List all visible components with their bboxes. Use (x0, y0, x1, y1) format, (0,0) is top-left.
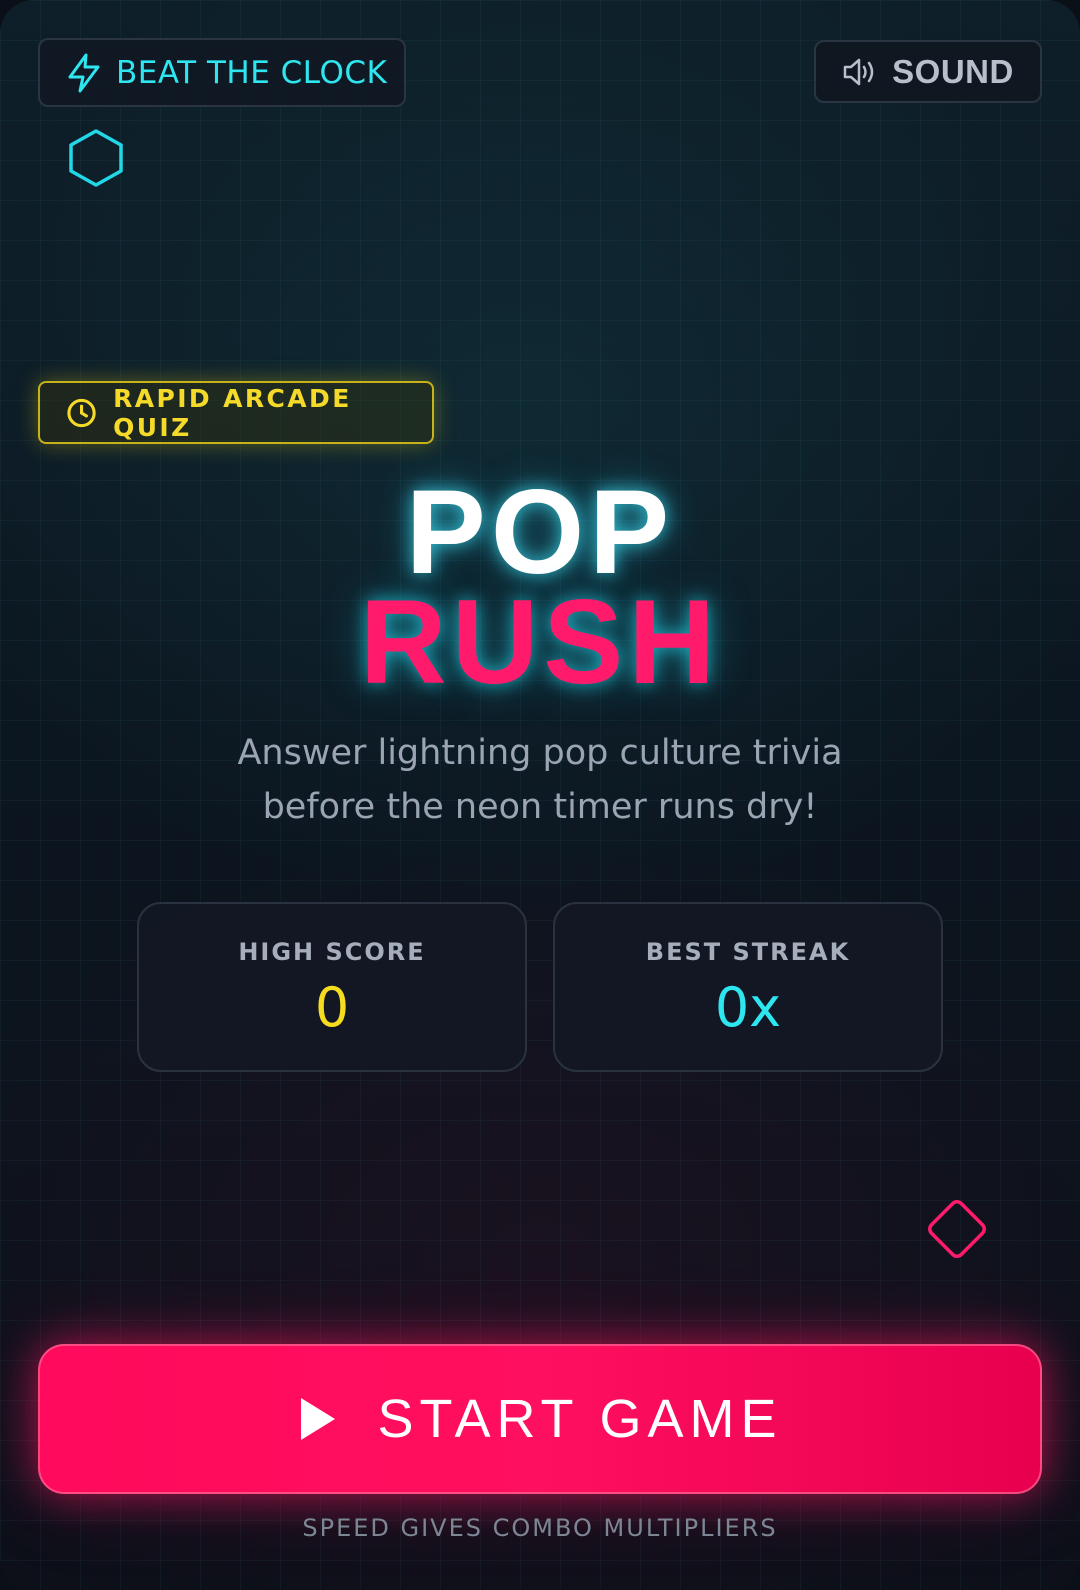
best-streak-value: 0x (714, 976, 782, 1039)
start-game-button[interactable]: START GAME (38, 1344, 1042, 1494)
tagline-line-2: before the neon timer runs dry! (262, 787, 818, 827)
high-score-value: 0 (314, 976, 350, 1039)
game-screen: BEAT THE CLOCK SOUND RAPID ARCADE QUIZ P… (0, 0, 1080, 1590)
quiz-badge: RAPID ARCADE QUIZ (38, 381, 434, 444)
sound-button[interactable]: SOUND (814, 40, 1042, 103)
diamond-icon (928, 1200, 986, 1258)
title-rush: RUSH (359, 575, 721, 709)
play-icon (301, 1398, 336, 1440)
lightning-icon (68, 53, 100, 92)
badge-label: RAPID ARCADE QUIZ (113, 383, 352, 442)
mode-pill: BEAT THE CLOCK (38, 38, 406, 107)
high-score-label: HIGH SCORE (238, 938, 426, 966)
sound-label: SOUND (892, 52, 1014, 90)
tagline: Answer lightning pop culture trivia befo… (190, 726, 890, 834)
speaker-icon (843, 58, 874, 85)
footer-hint: SPEED GIVES COMBO MULTIPLIERS (302, 1514, 778, 1542)
mode-label: BEAT THE CLOCK (116, 54, 388, 91)
hexagon-icon (69, 129, 123, 187)
title-pop: POP (405, 465, 675, 599)
high-score-card: HIGH SCORE 0 (137, 902, 527, 1072)
tagline-line-1: Answer lightning pop culture trivia (237, 733, 843, 773)
best-streak-card: BEST STREAK 0x (553, 902, 943, 1072)
start-game-label: START GAME (377, 1389, 783, 1449)
best-streak-label: BEST STREAK (645, 938, 851, 966)
clock-icon (67, 398, 96, 427)
